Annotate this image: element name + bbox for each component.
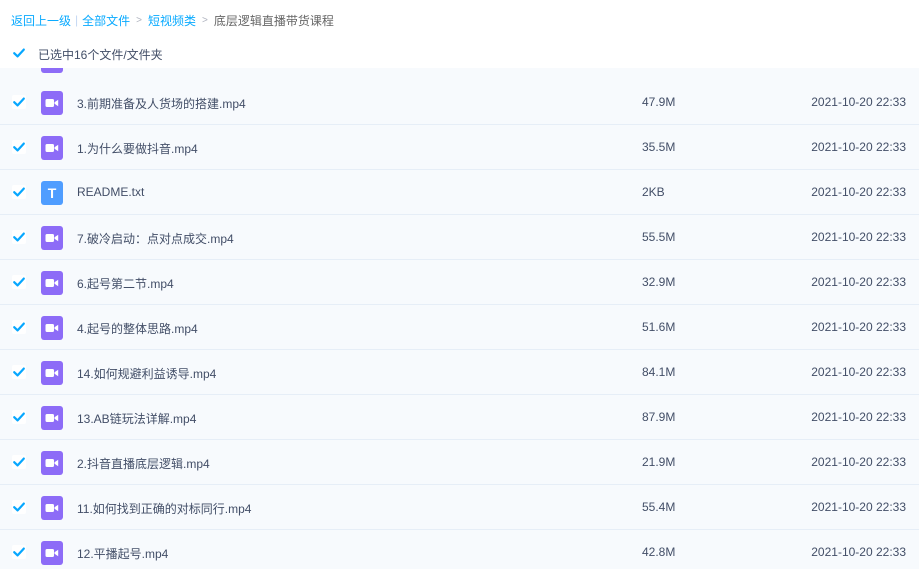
file-checkbox[interactable] xyxy=(12,140,26,154)
all-files-link[interactable]: 全部文件 xyxy=(82,12,130,29)
checkmark-icon xyxy=(13,142,25,152)
file-date: 2021-10-20 22:33 xyxy=(811,365,906,379)
file-row[interactable]: 7.破冷启动：点对点成交.mp4 55.5M 2021-10-20 22:33 xyxy=(0,215,919,260)
file-name[interactable]: 11.如何找到正确的对标同行.mp4 xyxy=(77,500,251,517)
file-size: 32.9M xyxy=(642,275,676,289)
file-name[interactable]: README.txt xyxy=(77,185,144,199)
file-size: 2KB xyxy=(642,185,665,199)
video-file-icon xyxy=(41,496,63,520)
file-checkbox[interactable] xyxy=(12,410,26,424)
file-checkbox[interactable] xyxy=(12,275,26,289)
file-row[interactable]: 11.如何找到正确的对标同行.mp4 55.4M 2021-10-20 22:33 xyxy=(0,485,919,530)
text-file-icon: T xyxy=(41,181,63,205)
checkmark-icon xyxy=(13,367,25,377)
file-date: 2021-10-20 22:33 xyxy=(811,500,906,514)
file-date: 2021-10-20 22:33 xyxy=(811,140,906,154)
file-name[interactable]: 3.前期准备及人货场的搭建.mp4 xyxy=(77,95,246,112)
file-checkbox[interactable] xyxy=(12,545,26,559)
checkmark-icon xyxy=(13,232,25,242)
file-checkbox[interactable] xyxy=(12,365,26,379)
file-size: 47.9M xyxy=(642,95,676,109)
file-size: 35.5M xyxy=(642,140,676,154)
checkmark-icon xyxy=(13,48,25,58)
file-row[interactable]: T README.txt 2KB 2021-10-20 22:33 xyxy=(0,170,919,215)
file-date: 2021-10-20 22:33 xyxy=(811,410,906,424)
file-rows: 3.前期准备及人货场的搭建.mp4 47.9M 2021-10-20 22:33 1.… xyxy=(0,80,919,569)
file-checkbox[interactable] xyxy=(12,185,26,199)
file-name[interactable]: 14.如何规避利益诱导.mp4 xyxy=(77,365,216,382)
file-size: 87.9M xyxy=(642,410,676,424)
file-date: 2021-10-20 22:33 xyxy=(811,320,906,334)
file-row[interactable]: 12.平播起号.mp4 42.8M 2021-10-20 22:33 xyxy=(0,530,919,569)
file-row[interactable]: 13.AB链玩法详解.mp4 87.9M 2021-10-20 22:33 xyxy=(0,395,919,440)
file-date: 2021-10-20 22:33 xyxy=(811,230,906,244)
file-name[interactable]: 4.起号的整体思路.mp4 xyxy=(77,320,198,337)
breadcrumb-arrow-icon: > xyxy=(202,14,208,26)
video-file-icon xyxy=(41,406,63,430)
breadcrumb: 返回上一级 | 全部文件 > 短视频类 > 底层逻辑直播带货课程 xyxy=(11,12,334,28)
checkmark-icon xyxy=(13,187,25,197)
checkmark-icon xyxy=(13,547,25,557)
file-row[interactable]: 4.起号的整体思路.mp4 51.6M 2021-10-20 22:33 xyxy=(0,305,919,350)
video-file-icon xyxy=(41,316,63,340)
back-link[interactable]: 返回上一级 xyxy=(11,12,71,29)
selection-bar: 已选中16个文件/文件夹 xyxy=(0,40,919,68)
file-name[interactable]: 2.抖音直播底层逻辑.mp4 xyxy=(77,455,210,472)
checkmark-icon xyxy=(13,457,25,467)
file-name[interactable]: 6.起号第二节.mp4 xyxy=(77,275,174,292)
video-file-icon xyxy=(41,68,63,73)
file-size: 55.4M xyxy=(642,500,676,514)
file-size: 51.6M xyxy=(642,320,676,334)
video-file-icon xyxy=(41,541,63,565)
file-size: 42.8M xyxy=(642,545,676,559)
file-row[interactable]: 2.抖音直播底层逻辑.mp4 21.9M 2021-10-20 22:33 xyxy=(0,440,919,485)
file-size: 21.9M xyxy=(642,455,676,469)
current-folder-label: 底层逻辑直播带货课程 xyxy=(213,13,334,28)
file-size: 84.1M xyxy=(642,365,676,379)
video-file-icon xyxy=(41,136,63,160)
video-file-icon xyxy=(41,91,63,115)
file-checkbox[interactable] xyxy=(12,500,26,514)
file-date: 2021-10-20 22:33 xyxy=(811,455,906,469)
file-name[interactable]: 12.平播起号.mp4 xyxy=(77,545,168,562)
select-all-checkbox[interactable] xyxy=(12,46,26,60)
checkmark-icon xyxy=(13,412,25,422)
file-name[interactable]: 1.为什么要做抖音.mp4 xyxy=(77,140,198,157)
file-row[interactable]: 14.如何规避利益诱导.mp4 84.1M 2021-10-20 22:33 xyxy=(0,350,919,395)
file-list: 3.前期准备及人货场的搭建.mp4 47.9M 2021-10-20 22:33 1.… xyxy=(0,68,919,569)
file-name[interactable]: 13.AB链玩法详解.mp4 xyxy=(77,410,196,427)
file-row[interactable]: 1.为什么要做抖音.mp4 35.5M 2021-10-20 22:33 xyxy=(0,125,919,170)
file-row[interactable]: 3.前期准备及人货场的搭建.mp4 47.9M 2021-10-20 22:33 xyxy=(0,80,919,125)
file-date: 2021-10-20 22:33 xyxy=(811,95,906,109)
checkmark-icon xyxy=(13,502,25,512)
file-size: 55.5M xyxy=(642,230,676,244)
file-date: 2021-10-20 22:33 xyxy=(811,545,906,559)
checkmark-icon xyxy=(13,97,25,107)
file-checkbox[interactable] xyxy=(12,95,26,109)
video-file-icon xyxy=(41,361,63,385)
file-checkbox[interactable] xyxy=(12,230,26,244)
file-checkbox[interactable] xyxy=(12,455,26,469)
video-file-icon xyxy=(41,271,63,295)
folder-link[interactable]: 短视频类 xyxy=(148,12,196,29)
breadcrumb-separator: | xyxy=(75,13,79,27)
checkmark-icon xyxy=(13,277,25,287)
checkmark-icon xyxy=(13,322,25,332)
breadcrumb-arrow-icon: > xyxy=(136,14,142,26)
video-file-icon xyxy=(41,226,63,250)
file-name[interactable]: 7.破冷启动：点对点成交.mp4 xyxy=(77,230,234,247)
file-date: 2021-10-20 22:33 xyxy=(811,275,906,289)
file-checkbox[interactable] xyxy=(12,320,26,334)
file-row[interactable]: 6.起号第二节.mp4 32.9M 2021-10-20 22:33 xyxy=(0,260,919,305)
video-file-icon xyxy=(41,451,63,475)
selection-count-text: 已选中16个文件/文件夹 xyxy=(38,48,163,62)
file-date: 2021-10-20 22:33 xyxy=(811,185,906,199)
